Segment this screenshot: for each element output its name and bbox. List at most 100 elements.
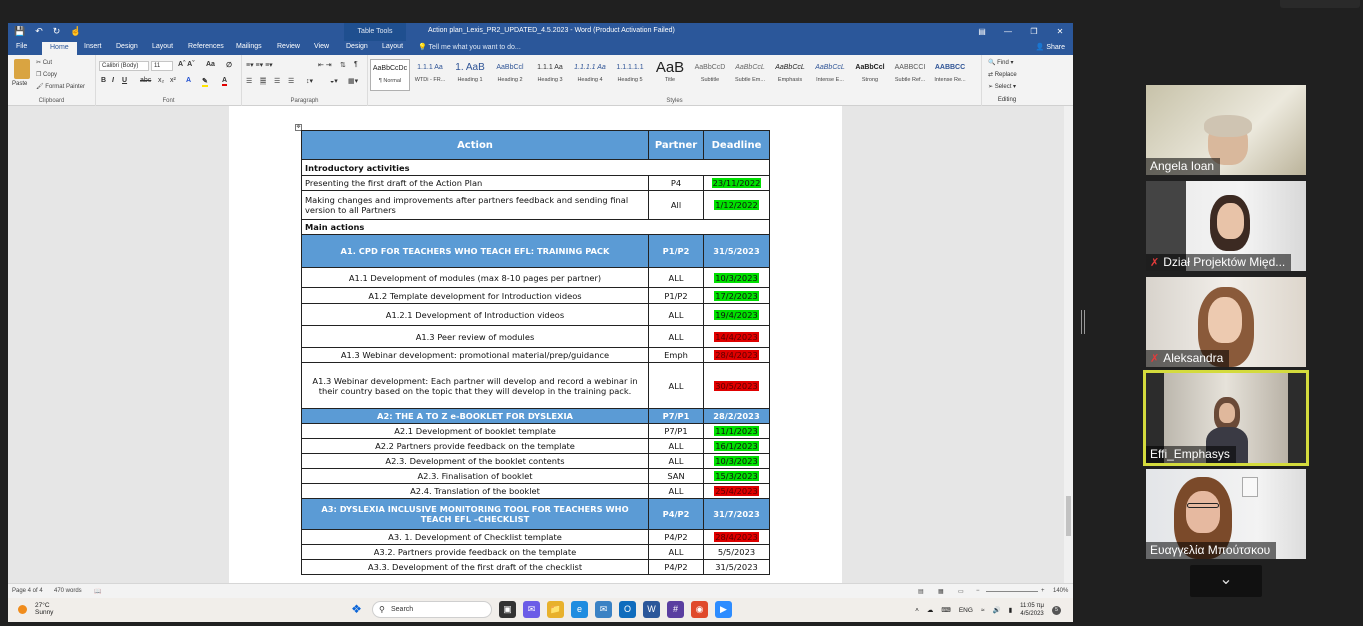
indent-icon[interactable]: ⇤ ⇥ bbox=[318, 61, 332, 69]
zoom-out-icon[interactable]: − bbox=[976, 588, 980, 594]
bullets-icon[interactable]: ≡▾ ≡▾ ≡▾ bbox=[246, 61, 273, 69]
align-left-icon[interactable]: ☰ bbox=[246, 77, 252, 85]
participant-tile[interactable]: ✗ Dział Projektów Międ... bbox=[1146, 181, 1306, 271]
grow-font-icon[interactable]: Aˆ Aˇ bbox=[178, 61, 194, 68]
edge-icon[interactable]: e bbox=[571, 601, 588, 618]
tab-mailings[interactable]: Mailings bbox=[236, 43, 262, 50]
style-strong[interactable]: AaBbCcl Strong bbox=[850, 59, 890, 91]
chrome-icon[interactable]: ◉ bbox=[691, 601, 708, 618]
clock[interactable]: 11:05 πμ 4/5/2023 bbox=[1020, 602, 1044, 618]
slack-icon[interactable]: # bbox=[667, 601, 684, 618]
meeting-top-bar[interactable] bbox=[1280, 0, 1360, 8]
tab-home[interactable]: Home bbox=[42, 42, 77, 55]
restore-icon[interactable]: ❐ bbox=[1021, 23, 1047, 41]
align-right-icon[interactable]: ☰ bbox=[274, 77, 280, 85]
style-heading-5[interactable]: 1.1.1.1.1 Heading 5 bbox=[610, 59, 650, 91]
outlook-icon[interactable]: O bbox=[619, 601, 636, 618]
taskbar-search[interactable]: ⚲ Search bbox=[372, 601, 492, 618]
zoom-icon[interactable]: ▶ bbox=[715, 601, 732, 618]
zoom-level[interactable]: 140% bbox=[1053, 588, 1068, 594]
language-indicator[interactable]: ENG bbox=[959, 607, 973, 614]
text-effects-icon[interactable]: A bbox=[186, 77, 191, 84]
line-spacing-icon[interactable]: ↕▾ bbox=[306, 77, 313, 85]
borders-icon[interactable]: ▦▾ bbox=[348, 77, 358, 85]
teams-chat-icon[interactable]: ✉ bbox=[523, 601, 540, 618]
find-button[interactable]: 🔍 Find ▾ bbox=[988, 59, 1014, 66]
tab-table-layout[interactable]: Layout bbox=[382, 43, 403, 50]
clear-format-icon[interactable]: ∅ bbox=[226, 61, 232, 69]
style-subtitle[interactable]: AaBbCcD Subtitle bbox=[690, 59, 730, 91]
sort-icon[interactable]: ⇅ bbox=[340, 61, 346, 69]
touch-mode-icon[interactable]: ☝ bbox=[70, 26, 81, 37]
zoom-in-icon[interactable]: + bbox=[1041, 588, 1045, 594]
change-case-icon[interactable]: Aa bbox=[206, 61, 215, 68]
vertical-scrollbar[interactable] bbox=[1064, 106, 1073, 583]
style-normal[interactable]: AaBbCcDc ¶ Normal bbox=[370, 59, 410, 91]
style-subtle-reference[interactable]: AABBCCI Subtle Ref... bbox=[890, 59, 930, 91]
close-icon[interactable]: ✕ bbox=[1047, 23, 1073, 41]
page-count[interactable]: Page 4 of 4 bbox=[12, 588, 43, 594]
bold-icon[interactable]: B bbox=[101, 77, 106, 84]
subscript-icon[interactable]: x₂ bbox=[158, 77, 164, 84]
onedrive-icon[interactable]: ☁ bbox=[927, 606, 934, 614]
style-intense-reference[interactable]: AABBCC Intense Re... bbox=[930, 59, 970, 91]
underline-icon[interactable]: U bbox=[122, 77, 127, 84]
scrollbar-thumb[interactable] bbox=[1066, 496, 1071, 536]
align-center-icon[interactable]: ☰ bbox=[260, 77, 267, 85]
ribbon-display-icon[interactable]: ▤ bbox=[969, 23, 995, 41]
volume-icon[interactable]: 🔊 bbox=[992, 606, 1000, 614]
font-color-icon[interactable]: A bbox=[222, 77, 228, 86]
redo-icon[interactable]: ↻ bbox=[53, 26, 61, 37]
windows-start-icon[interactable]: ❖ bbox=[348, 601, 365, 618]
wifi-icon[interactable]: ≈ bbox=[981, 607, 985, 614]
tab-insert[interactable]: Insert bbox=[84, 43, 102, 50]
style-wtdi[interactable]: 1.1.1 Aa WTDi - FR... bbox=[410, 59, 450, 91]
tab-layout[interactable]: Layout bbox=[152, 43, 173, 50]
proofing-icon[interactable]: 📖 bbox=[94, 588, 101, 595]
format-painter-button[interactable]: 🖌 Format Painter bbox=[36, 83, 85, 90]
style-intense-emphasis[interactable]: AaBbCcL Intense E... bbox=[810, 59, 850, 91]
participant-tile[interactable]: ✗ Aleksandra bbox=[1146, 277, 1306, 367]
tell-me-box[interactable]: 💡 Tell me what you want to do... bbox=[418, 43, 521, 51]
file-explorer-icon[interactable]: 📁 bbox=[547, 601, 564, 618]
shading-icon[interactable]: ◒▾ bbox=[330, 77, 338, 85]
read-mode-icon[interactable]: ▤ bbox=[918, 588, 924, 595]
participant-tile[interactable]: Ευαγγελία Μπούτσκου bbox=[1146, 469, 1306, 559]
cut-button[interactable]: ✂ Cut bbox=[36, 59, 52, 66]
paste-icon[interactable] bbox=[14, 59, 30, 79]
italic-icon[interactable]: I bbox=[112, 77, 114, 84]
font-family-select[interactable]: Calibri (Body) bbox=[99, 61, 149, 71]
chevron-up-icon[interactable]: ˄ bbox=[915, 607, 919, 614]
style-emphasis[interactable]: AaBbCcL Emphasis bbox=[770, 59, 810, 91]
style-heading-3[interactable]: 1.1.1 Aa Heading 3 bbox=[530, 59, 570, 91]
style-subtle-emphasis[interactable]: AaBbCcL Subtle Em... bbox=[730, 59, 770, 91]
word-count[interactable]: 470 words bbox=[54, 588, 82, 594]
style-title[interactable]: AaB Title bbox=[650, 59, 690, 91]
style-heading-4[interactable]: 1.1.1.1 Aa Heading 4 bbox=[570, 59, 610, 91]
copy-button[interactable]: ❐ Copy bbox=[36, 71, 57, 78]
font-size-select[interactable]: 11 bbox=[151, 61, 173, 71]
replace-button[interactable]: ⇄ Replace bbox=[988, 71, 1017, 78]
undo-icon[interactable]: ↶ bbox=[35, 26, 43, 37]
strikethrough-icon[interactable]: abc bbox=[140, 77, 151, 84]
participant-tile-active-speaker[interactable]: Effi_Emphasys bbox=[1143, 370, 1309, 466]
tab-review[interactable]: Review bbox=[277, 43, 300, 50]
keyboard-icon[interactable]: ⌨ bbox=[941, 606, 950, 614]
pilcrow-icon[interactable]: ¶ bbox=[354, 61, 358, 68]
tab-file[interactable]: File bbox=[16, 43, 27, 50]
tab-table-design[interactable]: Design bbox=[346, 43, 368, 50]
paste-label[interactable]: Paste bbox=[12, 81, 27, 87]
panel-resize-handle[interactable] bbox=[1081, 310, 1085, 334]
justify-icon[interactable]: ☰ bbox=[288, 77, 294, 85]
style-heading-1[interactable]: 1. AaB Heading 1 bbox=[450, 59, 490, 91]
save-icon[interactable]: 💾 bbox=[14, 26, 25, 37]
chevron-down-icon[interactable]: ⌄ bbox=[1190, 565, 1262, 597]
word-icon[interactable]: W bbox=[643, 601, 660, 618]
tab-references[interactable]: References bbox=[188, 43, 224, 50]
minimize-icon[interactable]: — bbox=[995, 23, 1021, 41]
zoom-slider[interactable] bbox=[986, 591, 1038, 592]
superscript-icon[interactable]: x² bbox=[170, 77, 176, 84]
task-view-icon[interactable]: ▣ bbox=[499, 601, 516, 618]
document-page[interactable]: ✥ Action Partner Deadline Introductory a… bbox=[229, 106, 842, 583]
select-button[interactable]: ➢ Select ▾ bbox=[988, 83, 1016, 90]
